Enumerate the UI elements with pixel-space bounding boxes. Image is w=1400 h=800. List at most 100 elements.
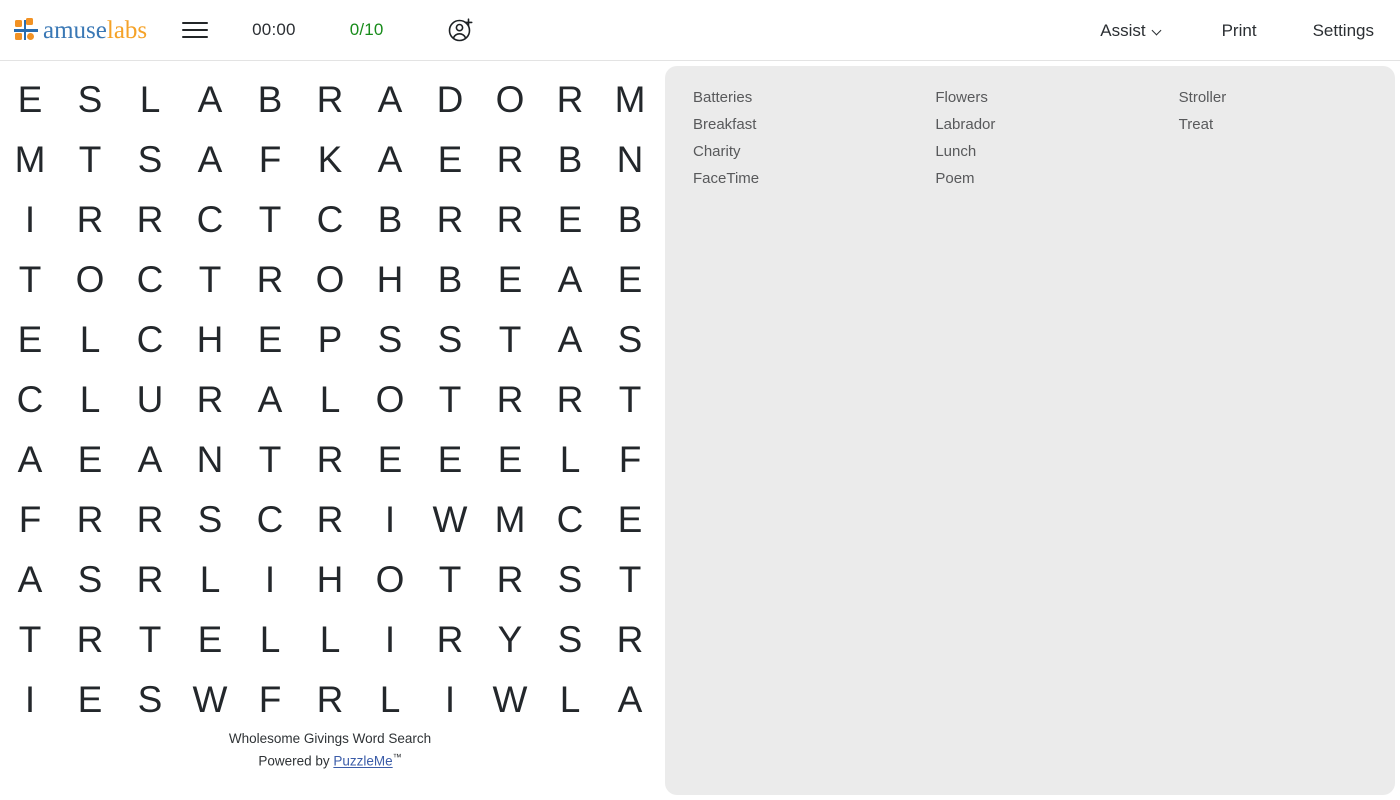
grid-cell[interactable]: A [540,249,600,309]
grid-cell[interactable]: S [60,549,120,609]
grid-cell[interactable]: L [540,669,600,729]
grid-cell[interactable]: M [480,489,540,549]
grid-cell[interactable]: O [60,249,120,309]
grid-cell[interactable]: O [300,249,360,309]
grid-cell[interactable]: T [120,609,180,669]
grid-cell[interactable]: S [60,69,120,129]
grid-cell[interactable]: O [360,369,420,429]
timer-display[interactable]: 00:00 [252,20,296,40]
grid-cell[interactable]: E [0,309,60,369]
grid-cell[interactable]: S [540,549,600,609]
grid-cell[interactable]: N [180,429,240,489]
grid-cell[interactable]: E [600,489,660,549]
word-list-item[interactable]: Labrador [935,111,1151,138]
grid-cell[interactable]: C [240,489,300,549]
grid-cell[interactable]: E [60,429,120,489]
add-person-icon[interactable] [444,13,478,47]
grid-cell[interactable]: L [540,429,600,489]
word-list-item[interactable]: Treat [1179,111,1395,138]
grid-cell[interactable]: T [60,129,120,189]
grid-cell[interactable]: R [180,369,240,429]
grid-cell[interactable]: W [420,489,480,549]
grid-cell[interactable]: R [480,369,540,429]
grid-cell[interactable]: S [360,309,420,369]
grid-cell[interactable]: T [600,549,660,609]
grid-cell[interactable]: R [60,189,120,249]
grid-cell[interactable]: M [600,69,660,129]
grid-cell[interactable]: F [0,489,60,549]
settings-button[interactable]: Settings [1313,15,1374,47]
grid-cell[interactable]: Y [480,609,540,669]
grid-cell[interactable]: I [420,669,480,729]
grid-cell[interactable]: M [0,129,60,189]
grid-cell[interactable]: A [180,69,240,129]
grid-cell[interactable]: E [240,309,300,369]
grid-cell[interactable]: C [180,189,240,249]
grid-cell[interactable]: F [240,669,300,729]
word-search-grid[interactable]: ESLABRADORMMTSAFKAERBNIRRCTCBRREBTOCTROH… [0,69,660,729]
grid-cell[interactable]: I [0,669,60,729]
grid-cell[interactable]: A [0,549,60,609]
grid-cell[interactable]: T [480,309,540,369]
grid-cell[interactable]: T [600,369,660,429]
grid-cell[interactable]: A [540,309,600,369]
grid-cell[interactable]: T [0,609,60,669]
grid-cell[interactable]: R [120,489,180,549]
brand-logo[interactable]: amuselabs [14,12,147,48]
grid-cell[interactable]: R [480,129,540,189]
grid-cell[interactable]: C [540,489,600,549]
grid-cell[interactable]: E [0,69,60,129]
grid-cell[interactable]: L [180,549,240,609]
grid-cell[interactable]: S [600,309,660,369]
grid-cell[interactable]: S [120,669,180,729]
grid-cell[interactable]: L [240,609,300,669]
grid-cell[interactable]: I [240,549,300,609]
grid-cell[interactable]: R [60,609,120,669]
grid-cell[interactable]: O [360,549,420,609]
grid-cell[interactable]: T [240,189,300,249]
grid-cell[interactable]: B [240,69,300,129]
grid-cell[interactable]: R [420,189,480,249]
grid-cell[interactable]: R [120,549,180,609]
grid-cell[interactable]: T [180,249,240,309]
grid-cell[interactable]: L [120,69,180,129]
grid-cell[interactable]: I [360,609,420,669]
grid-cell[interactable]: C [300,189,360,249]
word-list-item[interactable]: Lunch [935,138,1151,165]
grid-cell[interactable]: H [360,249,420,309]
word-list-item[interactable]: Stroller [1179,84,1395,111]
grid-cell[interactable]: E [420,129,480,189]
grid-cell[interactable]: B [360,189,420,249]
grid-cell[interactable]: S [540,609,600,669]
grid-cell[interactable]: U [120,369,180,429]
grid-cell[interactable]: C [0,369,60,429]
grid-cell[interactable]: W [480,669,540,729]
grid-cell[interactable]: I [360,489,420,549]
grid-cell[interactable]: E [60,669,120,729]
grid-cell[interactable]: D [420,69,480,129]
grid-cell[interactable]: R [600,609,660,669]
word-list-item[interactable]: Breakfast [693,111,908,138]
grid-cell[interactable]: T [420,549,480,609]
grid-cell[interactable]: A [120,429,180,489]
grid-cell[interactable]: C [120,309,180,369]
word-list-item[interactable]: Charity [693,138,908,165]
grid-cell[interactable]: R [420,609,480,669]
grid-cell[interactable]: S [120,129,180,189]
grid-cell[interactable]: A [600,669,660,729]
grid-cell[interactable]: B [420,249,480,309]
grid-cell[interactable]: L [300,369,360,429]
word-list-item[interactable]: Flowers [935,84,1151,111]
grid-cell[interactable]: T [420,369,480,429]
grid-cell[interactable]: N [600,129,660,189]
grid-cell[interactable]: F [600,429,660,489]
print-button[interactable]: Print [1222,15,1257,47]
grid-cell[interactable]: C [120,249,180,309]
puzzleme-link[interactable]: PuzzleMe [333,754,392,769]
grid-cell[interactable]: K [300,129,360,189]
grid-cell[interactable]: L [300,609,360,669]
grid-cell[interactable]: E [180,609,240,669]
grid-cell[interactable]: E [480,429,540,489]
grid-cell[interactable]: E [600,249,660,309]
word-list-item[interactable]: Poem [935,165,1151,192]
